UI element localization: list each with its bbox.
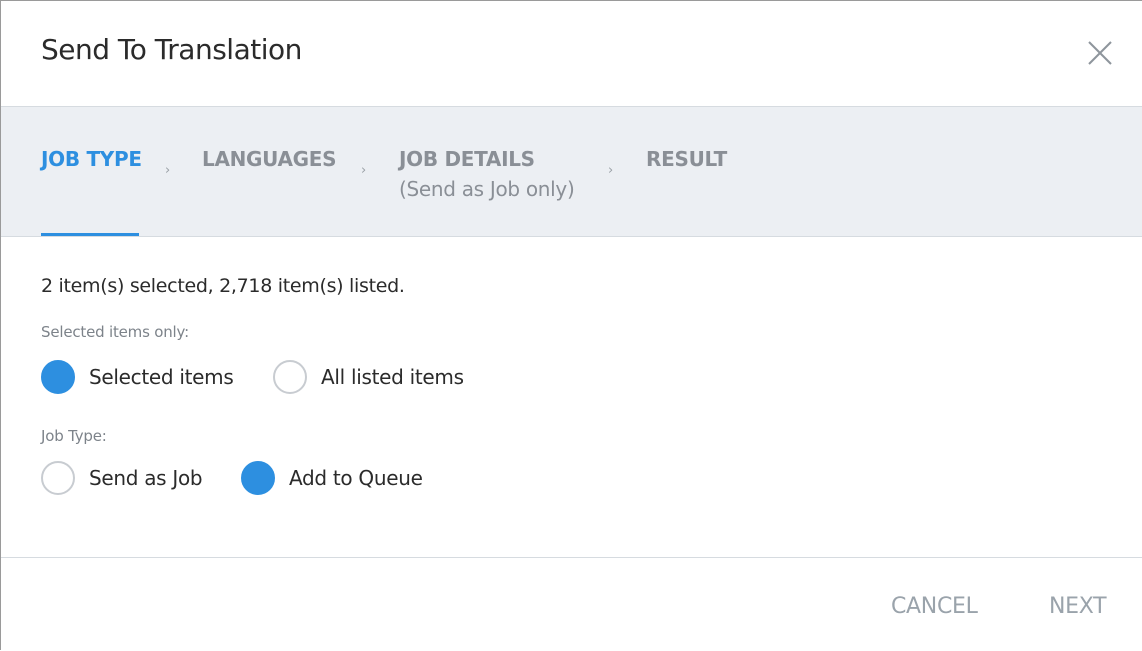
chevron-right-icon: ›	[361, 163, 367, 178]
step-result[interactable]: RESULT	[646, 147, 727, 171]
radio-all-listed-items-circle[interactable]	[273, 360, 307, 394]
close-button[interactable]	[1081, 34, 1121, 74]
cancel-button[interactable]: CANCEL	[891, 594, 978, 619]
step-job-details-sublabel: (Send as Job only)	[399, 177, 575, 201]
step-job-details[interactable]: JOB DETAILS	[399, 147, 535, 171]
radio-send-as-job[interactable]: Send as Job	[41, 461, 203, 495]
active-step-indicator	[41, 233, 139, 236]
step-job-type[interactable]: JOB TYPE	[41, 147, 142, 171]
step-languages[interactable]: LANGUAGES	[202, 147, 337, 171]
job-type-group-label: Job Type:	[41, 427, 107, 445]
radio-add-to-queue[interactable]: Add to Queue	[241, 461, 423, 495]
close-icon	[1088, 41, 1112, 65]
radio-all-listed-items-label: All listed items	[321, 365, 464, 389]
dialog-content: 2 item(s) selected, 2,718 item(s) listed…	[1, 237, 1142, 557]
send-to-translation-dialog: Send To Translation JOB TYPE › LANGUAGES…	[0, 0, 1142, 650]
radio-selected-items-label: Selected items	[89, 365, 234, 389]
dialog-header: Send To Translation	[1, 1, 1142, 107]
chevron-right-icon: ›	[608, 163, 614, 178]
next-button[interactable]: NEXT	[1049, 594, 1107, 619]
radio-send-as-job-circle[interactable]	[41, 461, 75, 495]
radio-all-listed-items[interactable]: All listed items	[273, 360, 464, 394]
radio-add-to-queue-label: Add to Queue	[289, 466, 423, 490]
radio-selected-items[interactable]: Selected items	[41, 360, 234, 394]
radio-add-to-queue-circle[interactable]	[241, 461, 275, 495]
selection-group-label: Selected items only:	[41, 323, 189, 341]
radio-selected-items-circle[interactable]	[41, 360, 75, 394]
chevron-right-icon: ›	[165, 163, 171, 178]
wizard-stepper: JOB TYPE › LANGUAGES › JOB DETAILS (Send…	[1, 107, 1142, 237]
selection-summary: 2 item(s) selected, 2,718 item(s) listed…	[41, 275, 405, 297]
radio-send-as-job-label: Send as Job	[89, 466, 203, 490]
dialog-footer: CANCEL NEXT	[1, 557, 1142, 651]
dialog-title: Send To Translation	[41, 33, 302, 66]
